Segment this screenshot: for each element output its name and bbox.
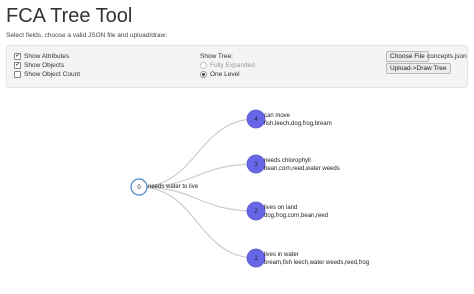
child-node-attribute: lives on land: [264, 205, 297, 211]
tree-link: [138, 186, 257, 259]
child-node-attribute: needs chlorophyll: [264, 158, 311, 164]
child-node-objects: dog,frog,corn,bean,reed: [264, 213, 328, 219]
child-node-attribute: lives in water: [264, 252, 299, 258]
child-node-objects: fish,leech,dog,frog,bream: [264, 121, 332, 127]
fca-tree: 0 needs water to live4can movefish,leech,…: [130, 109, 369, 268]
tree-node-child[interactable]: 1lives in waterbream,fish leech,water we…: [246, 248, 369, 268]
child-node-objects: bean,corn,reed,water weeds: [264, 166, 340, 172]
tree-link: [138, 118, 257, 188]
tree-node-child[interactable]: 2lives on landdog,frog,corn,bean,reed: [246, 201, 328, 221]
tree-link: [138, 186, 257, 212]
root-node-label: needs water to live: [148, 184, 199, 190]
child-node-attribute: can move: [264, 113, 291, 119]
tree-node-child[interactable]: 3needs chlorophyllbean,corn,reed,water w…: [246, 154, 340, 174]
tree-nodes: 0 needs water to live4can movefish,leech,…: [130, 109, 369, 268]
child-node-objects: bream,fish leech,water weeds,reed,frog: [264, 260, 369, 266]
tree-node-child[interactable]: 4can movefish,leech,dog,frog,bream: [246, 109, 332, 129]
